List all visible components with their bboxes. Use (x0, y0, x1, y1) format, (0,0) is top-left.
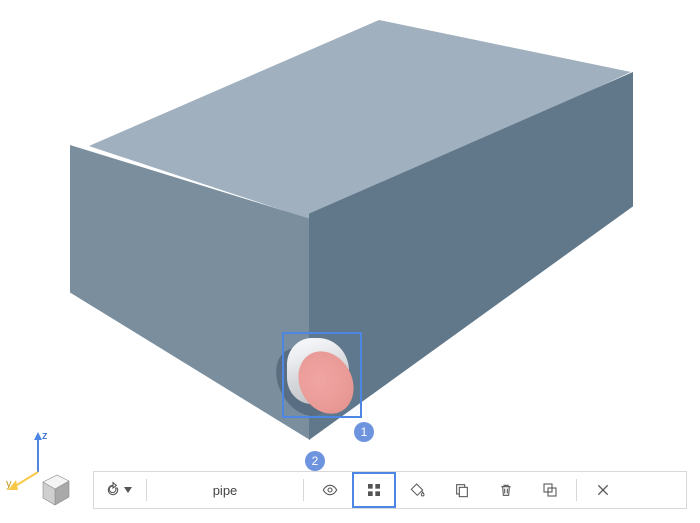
callout-1: 1 (354, 422, 374, 442)
selection-outline (282, 332, 362, 418)
separator (576, 479, 577, 501)
paint-bucket-icon (410, 482, 426, 498)
close-icon (595, 482, 611, 498)
close-button[interactable] (581, 472, 625, 508)
trash-icon (498, 482, 514, 498)
selection-toolbar: pipe (93, 471, 687, 509)
visibility-button[interactable] (308, 472, 352, 508)
eye-icon (322, 482, 338, 498)
callout-2: 2 (305, 451, 325, 471)
overlap-icon (542, 482, 558, 498)
grid-icon (366, 482, 382, 498)
axis-z-label: z (42, 430, 48, 442)
chevron-down-icon (124, 486, 132, 494)
copy-button[interactable] (440, 472, 484, 508)
viewport-3d[interactable]: 1 2 (0, 0, 700, 523)
delete-button[interactable] (484, 472, 528, 508)
object-name-field[interactable]: pipe (151, 472, 299, 508)
category-button[interactable] (352, 472, 396, 508)
separator (303, 479, 304, 501)
separator (146, 479, 147, 501)
refresh-icon (105, 482, 121, 498)
axis-y-label: y (6, 478, 12, 490)
copy-icon (454, 482, 470, 498)
reset-view-button[interactable] (94, 472, 142, 508)
view-cube[interactable] (35, 471, 73, 509)
transparency-button[interactable] (528, 472, 572, 508)
paint-button[interactable] (396, 472, 440, 508)
